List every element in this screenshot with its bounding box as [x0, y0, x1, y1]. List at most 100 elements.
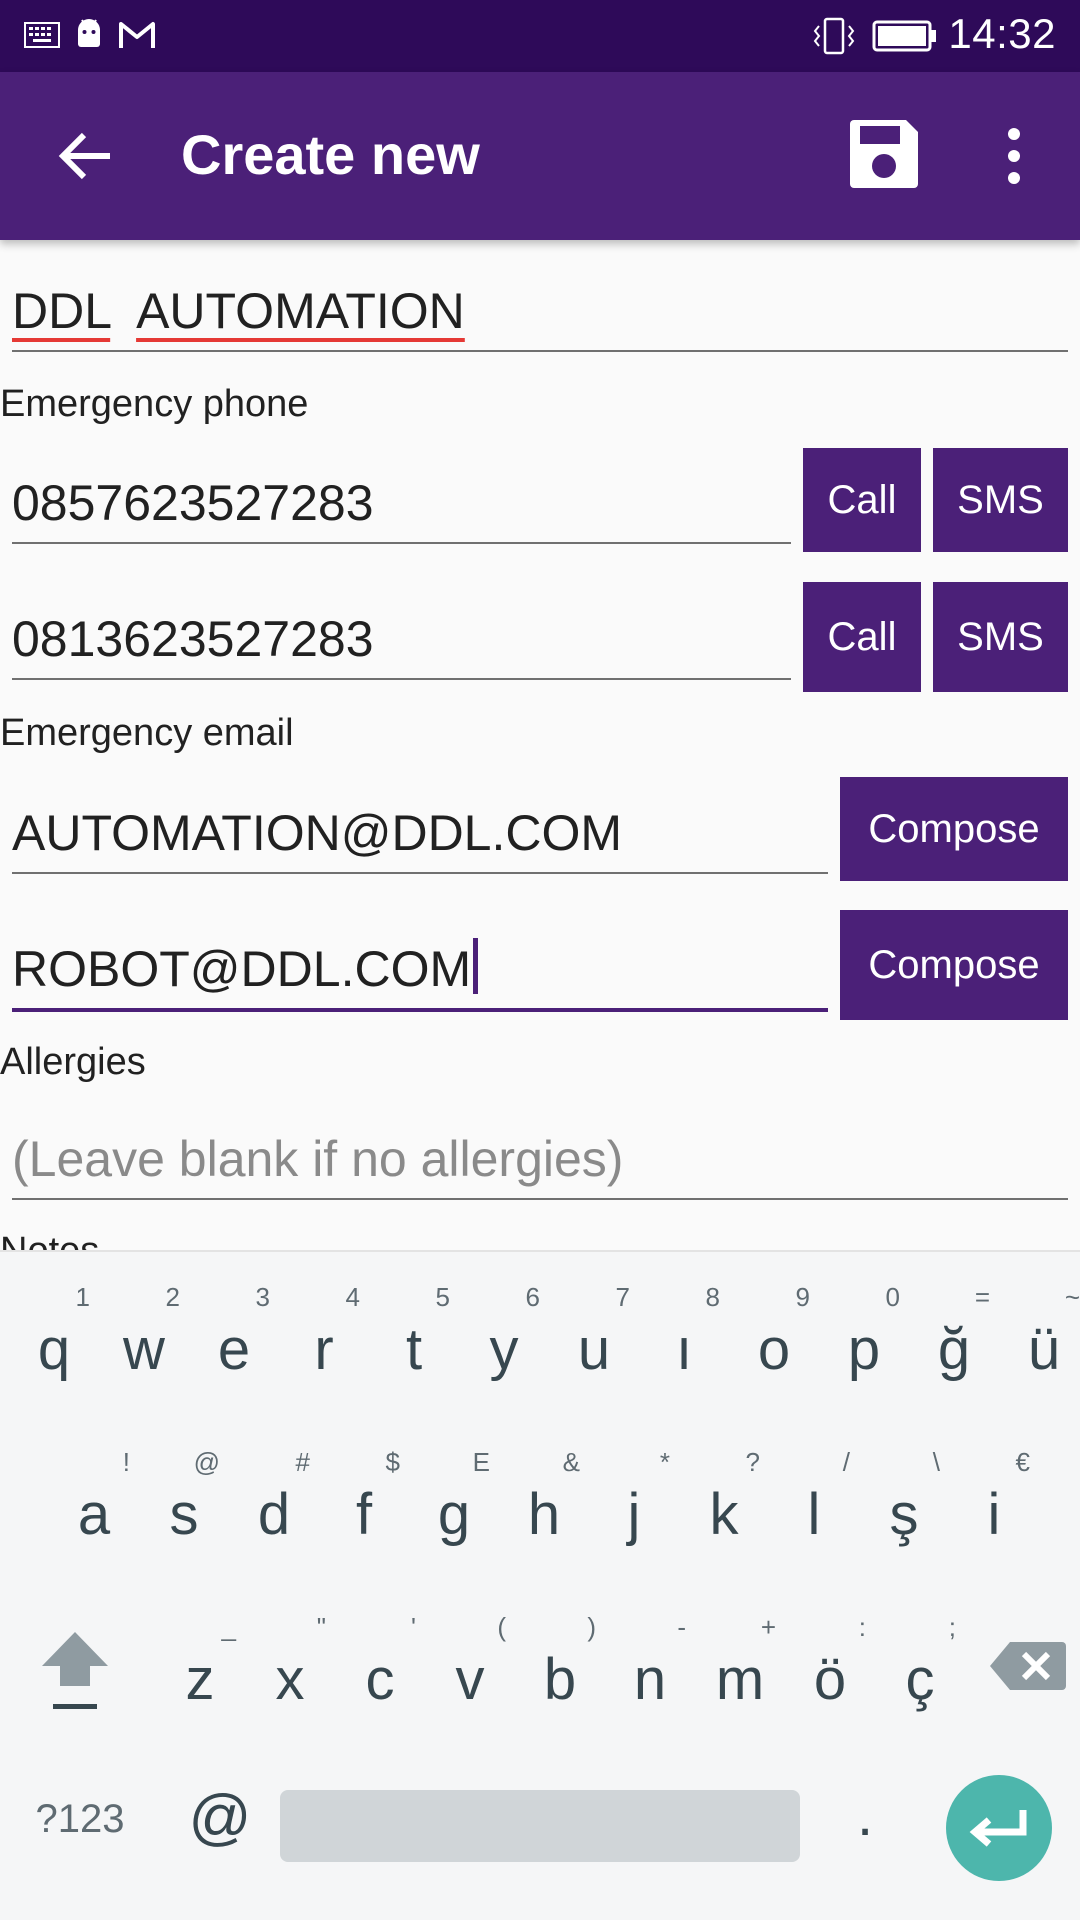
key-hint: 4	[345, 1282, 360, 1312]
key-hint: -	[677, 1612, 686, 1642]
save-button[interactable]	[846, 116, 926, 196]
compose-button-1[interactable]: Compose	[840, 777, 1068, 881]
key-1-3[interactable]: 4r	[284, 1282, 364, 1392]
key-2-9[interactable]: \ ş	[864, 1447, 944, 1557]
symbols-key-label: ?123	[35, 1797, 125, 1841]
key-label: k	[709, 1482, 739, 1547]
key-label: e	[217, 1317, 251, 1382]
key-2-0[interactable]: ! a	[54, 1447, 134, 1557]
key-2-8[interactable]: / l	[774, 1447, 854, 1557]
key-label: d	[257, 1482, 291, 1547]
emergency-phone-label: Emergency phone	[0, 383, 309, 425]
text-cursor	[473, 938, 479, 994]
key-label: ü	[1027, 1317, 1061, 1382]
key-label: g	[437, 1482, 471, 1547]
notes-label: Notes	[0, 1236, 99, 1250]
key-hint: !	[122, 1447, 130, 1477]
key-1-0[interactable]: 1q	[14, 1282, 94, 1392]
key-3-2[interactable]: ' c	[340, 1612, 420, 1722]
symbols-key[interactable]: ?123	[20, 1797, 140, 1857]
key-hint: 7	[615, 1282, 630, 1312]
phone-field-1[interactable]: 0857623527283	[12, 456, 791, 544]
key-1-9[interactable]: 0p	[824, 1282, 904, 1392]
key-3-3[interactable]: (v	[430, 1612, 510, 1722]
allergies-placeholder: (Leave blank if no allergies)	[12, 1131, 624, 1187]
compose-button-2[interactable]: Compose	[840, 910, 1068, 1020]
key-1-4[interactable]: 5t	[374, 1282, 454, 1392]
emergency-email-label: Emergency email	[0, 712, 294, 754]
key-3-7[interactable]: :ö	[790, 1612, 870, 1722]
key-label: a	[77, 1482, 111, 1547]
key-2-5[interactable]: & h	[504, 1447, 584, 1557]
key-2-4[interactable]: Eg	[414, 1447, 494, 1557]
key-3-6[interactable]: + m	[700, 1612, 780, 1722]
gmail-icon	[119, 22, 155, 48]
vibrate-icon	[813, 17, 855, 55]
key-hint: ;	[948, 1612, 956, 1642]
more-options-button[interactable]	[980, 116, 1048, 196]
key-label: f	[355, 1482, 373, 1547]
key-3-1[interactable]: " x	[250, 1612, 330, 1722]
key-label: o	[757, 1317, 791, 1382]
key-1-10[interactable]: = ğ	[914, 1282, 994, 1392]
email-field-1[interactable]: AUTOMATION@DDL.COM	[12, 784, 828, 874]
key-label: ş	[889, 1482, 919, 1547]
android-icon	[78, 19, 100, 47]
key-hint: @	[193, 1447, 220, 1477]
key-1-5[interactable]: 6y	[464, 1282, 544, 1392]
at-key[interactable]: @	[180, 1782, 260, 1862]
back-button[interactable]	[48, 118, 124, 194]
email-field-2[interactable]: ROBOT@DDL.COM	[12, 920, 828, 1012]
key-hint: E	[472, 1447, 490, 1477]
backspace-key[interactable]	[988, 1636, 1068, 1696]
key-hint: ~	[1064, 1282, 1080, 1312]
key-2-2[interactable]: # d	[234, 1447, 314, 1557]
period-key[interactable]: .	[840, 1782, 890, 1862]
key-2-10[interactable]: € i	[954, 1447, 1034, 1557]
key-hint: €	[1015, 1447, 1030, 1477]
phone-field-2[interactable]: 0813623527283	[12, 592, 791, 680]
call-button-2[interactable]: Call	[803, 582, 921, 692]
save-icon	[850, 120, 918, 188]
key-label: i	[987, 1482, 1001, 1547]
key-label: ı	[675, 1317, 693, 1382]
key-3-4[interactable]: ) b	[520, 1612, 600, 1722]
key-2-3[interactable]: $ f	[324, 1447, 404, 1557]
key-3-0[interactable]: _ z	[160, 1612, 240, 1722]
at-key-label: @	[188, 1783, 252, 1852]
key-label: x	[275, 1647, 305, 1712]
enter-icon	[969, 1810, 1027, 1847]
key-2-7[interactable]: ? k	[684, 1447, 764, 1557]
backspace-icon	[990, 1642, 1066, 1690]
key-label: q	[37, 1317, 71, 1382]
email-value-2: ROBOT@DDL.COM	[12, 938, 479, 994]
space-bar[interactable]	[280, 1790, 800, 1862]
key-1-6[interactable]: 7u	[554, 1282, 634, 1392]
name-field[interactable]: DDL AUTOMATION	[12, 266, 1068, 352]
key-2-6[interactable]: * j	[594, 1447, 674, 1557]
enter-key[interactable]	[946, 1775, 1052, 1881]
key-label: b	[543, 1647, 577, 1712]
allergies-field[interactable]: (Leave blank if no allergies)	[12, 1112, 1068, 1200]
key-1-11[interactable]: ~ ü	[1004, 1282, 1080, 1392]
key-3-8[interactable]: ; ç	[880, 1612, 960, 1722]
sms-button-2[interactable]: SMS	[933, 582, 1068, 692]
soft-keyboard: 1 q 2 w 3 e 4 r 5 t 6 y 7 u 8 ı 9 o 0 p = ğ ~ ü ! a @ s # d $ f Eg & h * j?…	[0, 1250, 1080, 1920]
key-2-1[interactable]: @ s	[144, 1447, 224, 1557]
key-1-1[interactable]: 2w	[104, 1282, 184, 1392]
key-label: n	[633, 1647, 667, 1712]
key-1-8[interactable]: 9o	[734, 1282, 814, 1392]
key-hint: 3	[255, 1282, 270, 1312]
key-label: ö	[813, 1647, 847, 1712]
key-3-5[interactable]: -n	[610, 1612, 690, 1722]
call-button-1[interactable]: Call	[803, 448, 921, 552]
key-1-2[interactable]: 3e	[194, 1282, 274, 1392]
sms-button-1[interactable]: SMS	[933, 448, 1068, 552]
key-1-7[interactable]: 8ı	[644, 1282, 724, 1392]
more-vert-icon	[1008, 128, 1020, 184]
key-label: u	[577, 1317, 611, 1382]
phone-value-1: 0857623527283	[12, 475, 374, 531]
shift-key[interactable]	[30, 1620, 120, 1730]
status-bar: 14:32	[0, 0, 1080, 72]
keyboard-icon	[24, 22, 60, 48]
